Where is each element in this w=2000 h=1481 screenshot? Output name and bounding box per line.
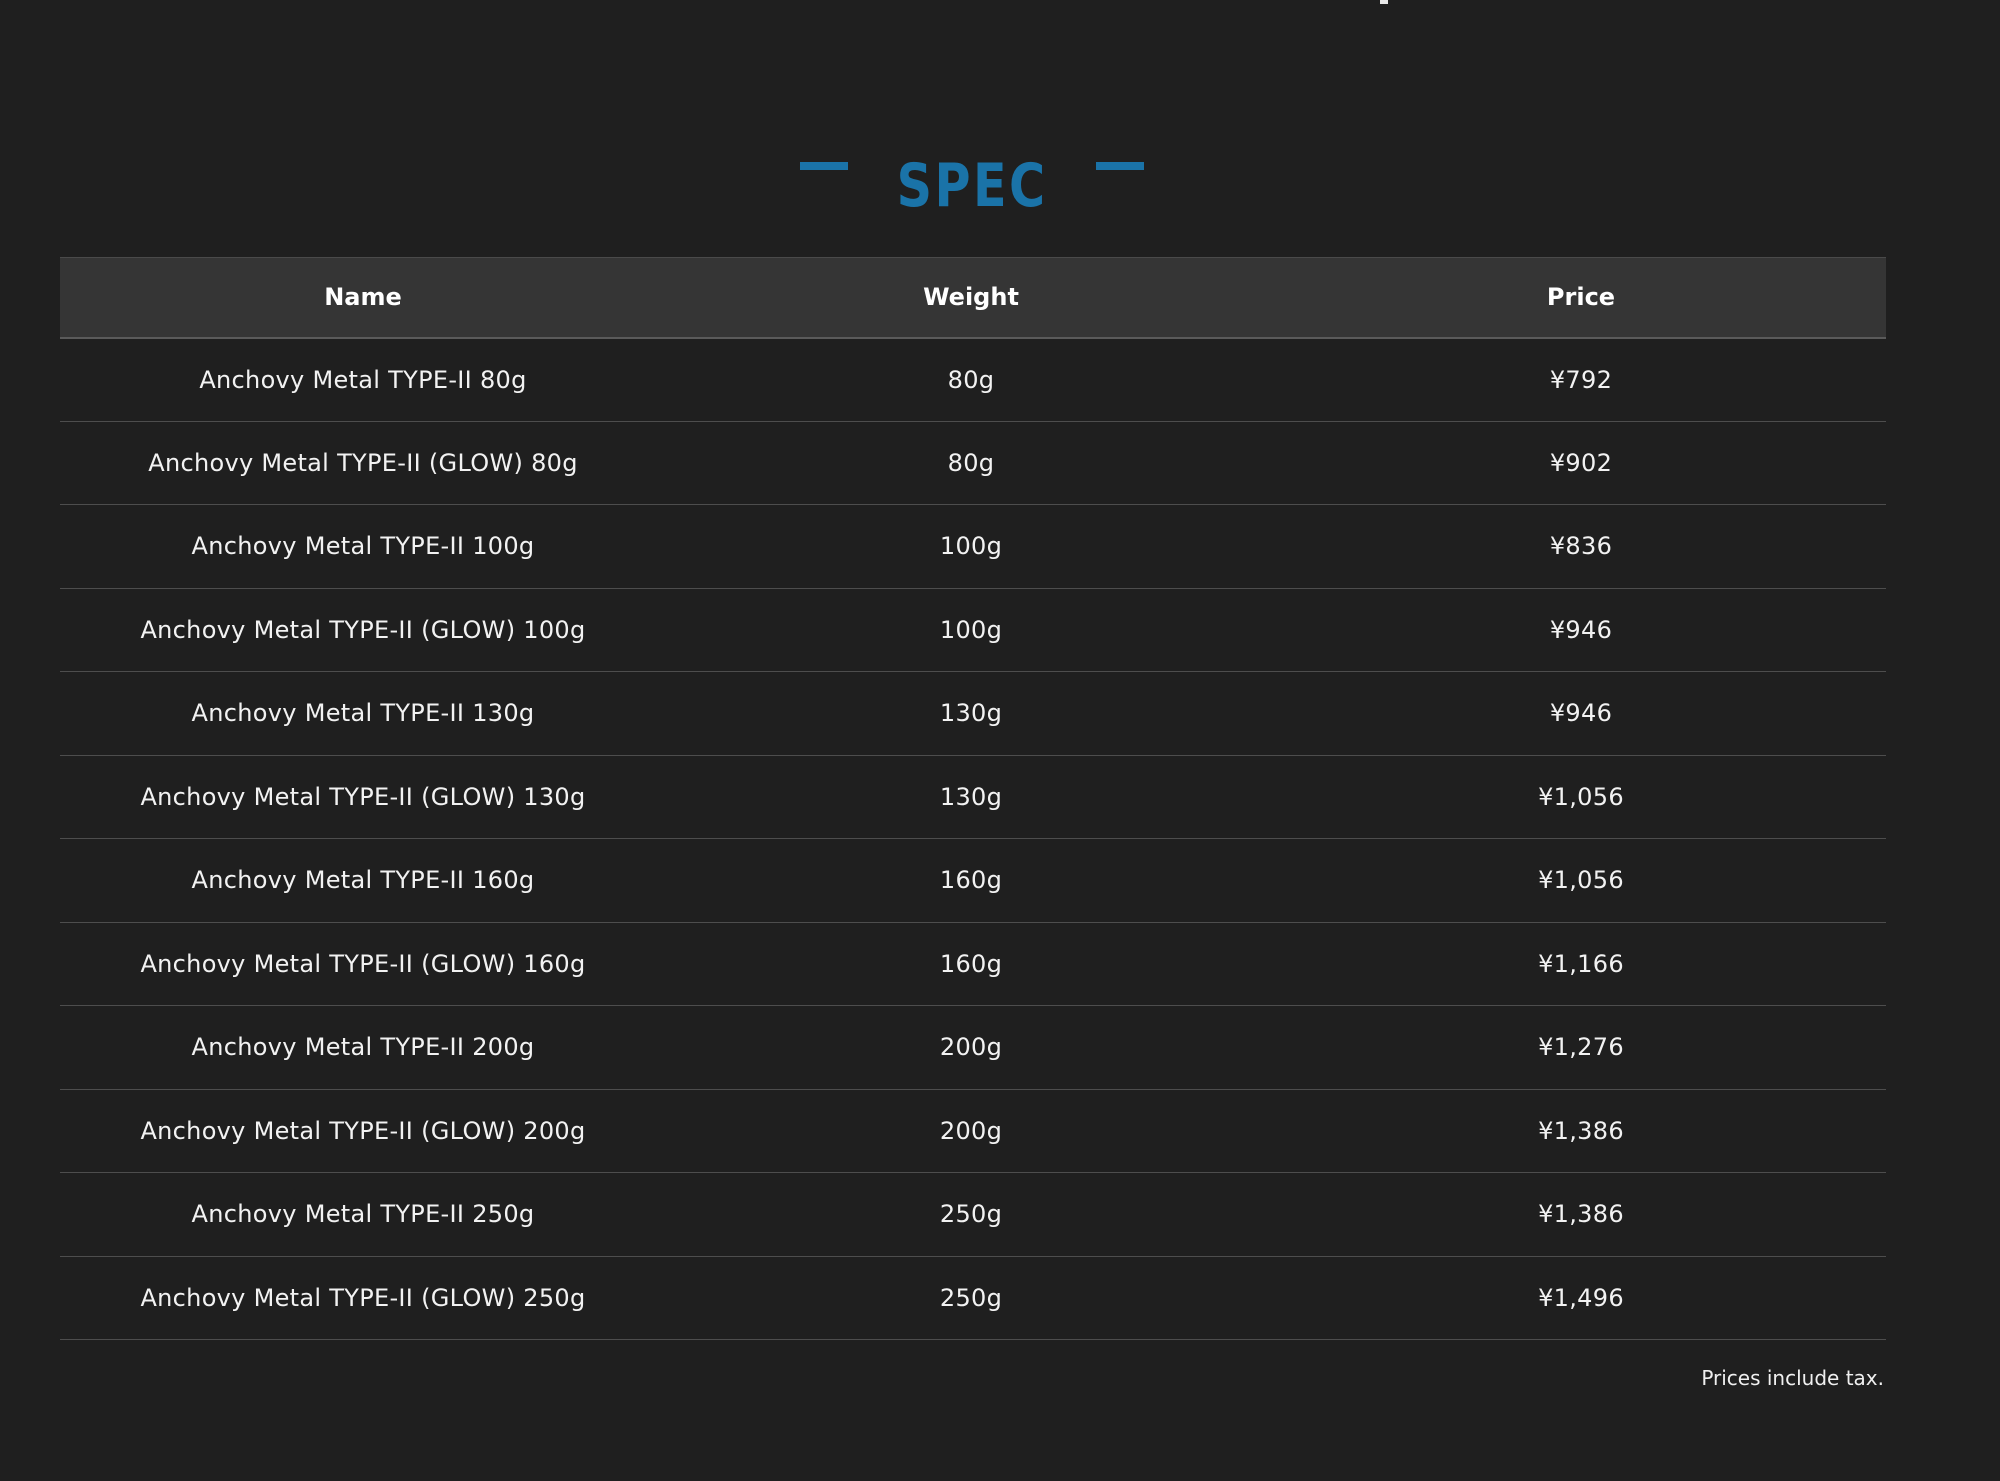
cell-price: ¥1,386 — [1538, 1200, 1624, 1229]
cell-name: Anchovy Metal TYPE-II 80g — [199, 365, 527, 394]
cell-price: ¥1,056 — [1538, 782, 1624, 811]
cell-price: ¥902 — [1549, 448, 1613, 477]
cell-weight: 250g — [939, 1283, 1003, 1312]
table-row: Anchovy Metal TYPE-II 200g 200g ¥1,276 — [60, 1006, 1886, 1089]
cell-weight: 200g — [939, 1033, 1003, 1062]
cell-name: Anchovy Metal TYPE-II (GLOW) 80g — [148, 448, 578, 477]
table-row: Anchovy Metal TYPE-II (GLOW) 100g 100g ¥… — [60, 588, 1886, 672]
table-row: Anchovy Metal TYPE-II (GLOW) 250g 250g ¥… — [60, 1256, 1886, 1340]
cell-weight: 250g — [939, 1200, 1003, 1229]
cell-name: Anchovy Metal TYPE-II (GLOW) 100g — [140, 615, 586, 644]
table-row: Anchovy Metal TYPE-II 130g 130g ¥946 — [60, 672, 1886, 755]
cell-name: Anchovy Metal TYPE-II 250g — [191, 1200, 535, 1229]
cell-weight: 130g — [939, 782, 1003, 811]
cell-weight: 160g — [939, 866, 1003, 895]
cell-name: Anchovy Metal TYPE-II (GLOW) 130g — [140, 782, 586, 811]
tax-note: Prices include tax. — [1701, 1366, 1884, 1390]
cell-price: ¥792 — [1549, 365, 1613, 394]
heading-dash-right — [1096, 162, 1145, 170]
cell-weight: 130g — [939, 699, 1003, 728]
table-row: Anchovy Metal TYPE-II (GLOW) 80g 80g ¥90… — [60, 421, 1886, 505]
cell-price: ¥1,496 — [1538, 1283, 1624, 1312]
table-row: Anchovy Metal TYPE-II (GLOW) 200g 200g ¥… — [60, 1089, 1886, 1173]
spec-table: Name Weight Price Anchovy Metal TYPE-II … — [60, 257, 1886, 1340]
cell-name: Anchovy Metal TYPE-II 160g — [191, 866, 535, 895]
cell-weight: 200g — [939, 1116, 1003, 1145]
cell-price: ¥1,056 — [1538, 866, 1624, 895]
cell-name: Anchovy Metal TYPE-II 100g — [191, 532, 535, 561]
table-header: Name Weight Price — [60, 257, 1886, 339]
cell-weight: 80g — [947, 448, 995, 477]
table-row: Anchovy Metal TYPE-II 80g 80g ¥792 — [60, 338, 1886, 421]
cell-weight: 100g — [939, 532, 1003, 561]
table-row: Anchovy Metal TYPE-II (GLOW) 160g 160g ¥… — [60, 922, 1886, 1006]
cell-price: ¥946 — [1549, 699, 1613, 728]
section-heading: SPEC — [0, 140, 1944, 230]
top-edge-mark — [1380, 0, 1388, 4]
cell-weight: 100g — [939, 615, 1003, 644]
table-row: Anchovy Metal TYPE-II 160g 160g ¥1,056 — [60, 839, 1886, 922]
column-header-name: Name — [60, 257, 666, 339]
cell-price: ¥1,166 — [1538, 949, 1624, 978]
heading-dash-left — [799, 162, 848, 170]
table-row: Anchovy Metal TYPE-II 100g 100g ¥836 — [60, 505, 1886, 588]
column-header-weight: Weight — [666, 257, 1276, 339]
table-body: Anchovy Metal TYPE-II 80g 80g ¥792 Ancho… — [60, 338, 1886, 1340]
cell-name: Anchovy Metal TYPE-II 130g — [191, 699, 535, 728]
cell-name: Anchovy Metal TYPE-II (GLOW) 160g — [140, 949, 586, 978]
table-header-row: Name Weight Price — [60, 257, 1886, 339]
cell-weight: 80g — [947, 365, 995, 394]
cell-price: ¥946 — [1549, 615, 1613, 644]
spec-page: SPEC Name Weight Price Anchovy Metal TYP… — [0, 0, 2000, 1481]
column-header-price: Price — [1276, 257, 1886, 339]
cell-name: Anchovy Metal TYPE-II (GLOW) 200g — [140, 1116, 586, 1145]
cell-weight: 160g — [939, 949, 1003, 978]
table-row: Anchovy Metal TYPE-II 250g 250g ¥1,386 — [60, 1173, 1886, 1256]
section-title: SPEC — [896, 151, 1048, 221]
table-row: Anchovy Metal TYPE-II (GLOW) 130g 130g ¥… — [60, 755, 1886, 839]
cell-price: ¥1,276 — [1538, 1033, 1624, 1062]
cell-price: ¥836 — [1549, 532, 1613, 561]
cell-price: ¥1,386 — [1538, 1116, 1624, 1145]
cell-name: Anchovy Metal TYPE-II (GLOW) 250g — [140, 1283, 586, 1312]
cell-name: Anchovy Metal TYPE-II 200g — [191, 1033, 535, 1062]
